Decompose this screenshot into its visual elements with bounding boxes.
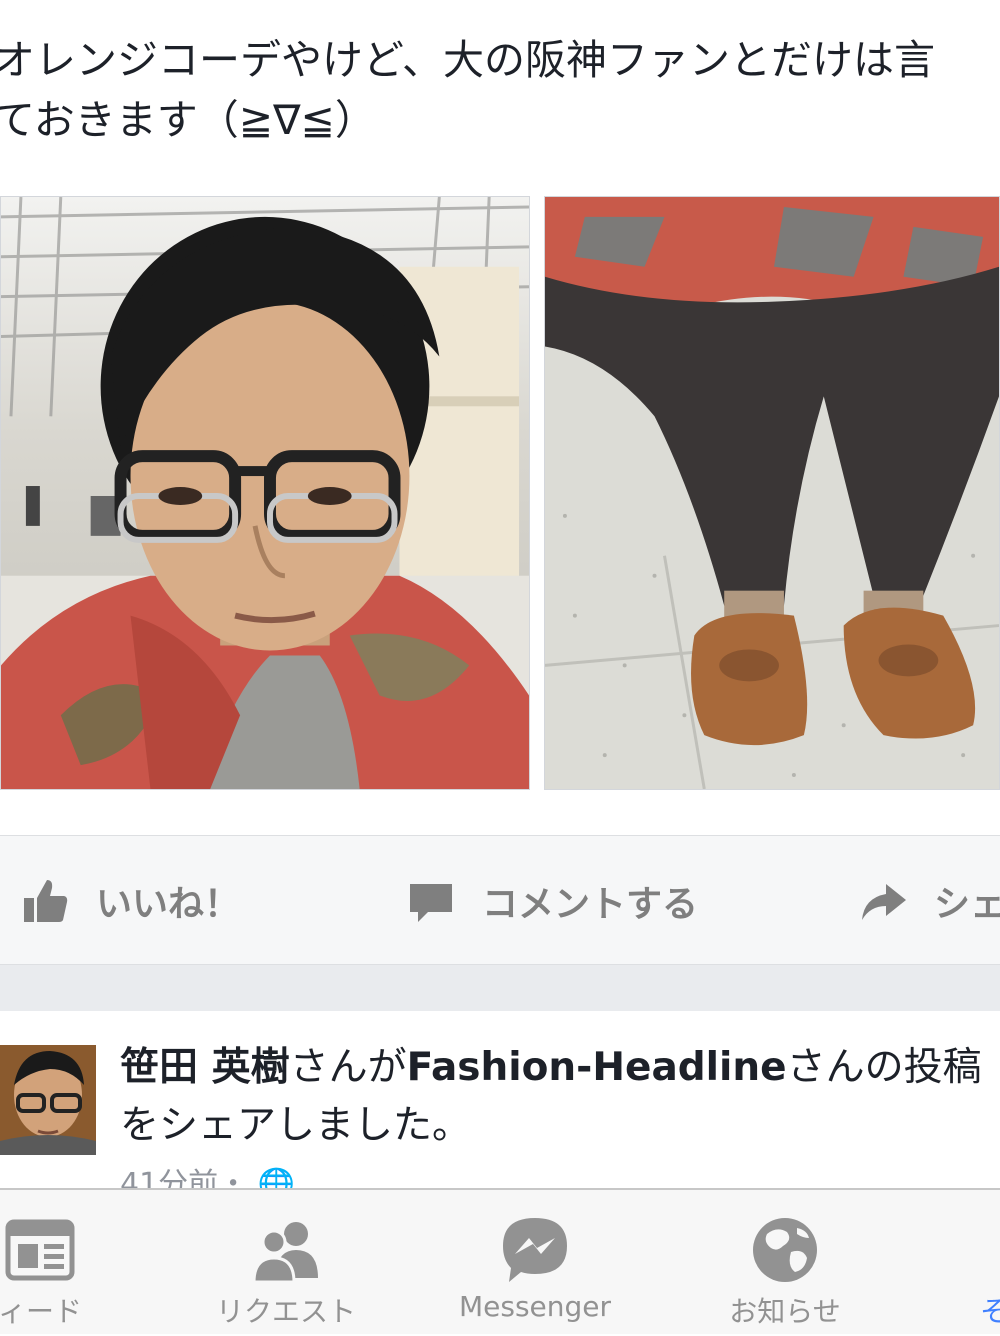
author-name-link[interactable]: 笹田 英樹 [120,1045,290,1090]
share-button[interactable]: シェ [858,876,1000,926]
post-text-line-2: ておきます（≧∇≦） [0,96,376,144]
tab-news-feed[interactable]: ィード [0,1190,120,1336]
messenger-icon [497,1212,573,1288]
tab-news-feed-label: ィード [0,1295,82,1328]
globe-notifications-icon [747,1212,823,1288]
selfie-illustration [1,197,529,789]
post-text-line-1: オレンジコーデやけど、大の阪神ファンとだけは言 [0,36,935,84]
story-meta: 41分前・ 🌐 [120,1159,295,1191]
tab-messenger-label: Messenger [458,1290,612,1323]
story-connector: さんが [289,1045,407,1090]
tab-notifications-label: お知らせ [729,1295,841,1328]
photo-shoes[interactable] [544,196,1000,790]
comment-button[interactable]: コメントする [406,876,698,926]
shoes-illustration [545,197,999,789]
comment-label: コメントする [482,884,699,925]
like-label: いいね！ [96,884,241,925]
more-icon [990,1212,1000,1288]
tab-notifications[interactable]: お知らせ [700,1190,870,1336]
photo-selfie[interactable] [0,196,530,790]
bottom-tab-bar: ィード リクエスト Messenger お知らせ そ [0,1188,1000,1334]
tab-more-label: そ [980,1295,1000,1328]
tab-messenger[interactable]: Messenger [440,1190,630,1336]
tab-friend-requests[interactable]: リクエスト [200,1190,372,1336]
like-button[interactable]: いいね！ [20,876,240,926]
post-action-bar: いいね！ コメントする シェ [0,835,1000,965]
post-text: オレンジコーデやけど、大の阪神ファンとだけは言 ておきます（≧∇≦） [0,30,1000,150]
share-arrow-icon [858,876,908,926]
thumbs-up-icon [20,876,70,926]
next-story-header: 笹田 英樹さんがFashion-Headlineさんの投稿をシェアしました。 4… [0,1011,1000,1191]
avatar[interactable] [0,1045,96,1155]
story-title: 笹田 英樹さんがFashion-Headlineさんの投稿をシェアしました。 [120,1039,990,1155]
avatar-portrait [0,1045,96,1155]
page-name-link[interactable]: Fashion-Headline [407,1045,787,1090]
comment-bubble-icon [406,876,456,926]
news-feed-icon [2,1212,78,1288]
friend-requests-icon [248,1212,324,1288]
feed-separator [0,965,1000,1011]
tab-friend-requests-label: リクエスト [215,1295,356,1328]
tab-more[interactable]: そ [960,1190,1000,1336]
share-label: シェ [934,884,1000,925]
